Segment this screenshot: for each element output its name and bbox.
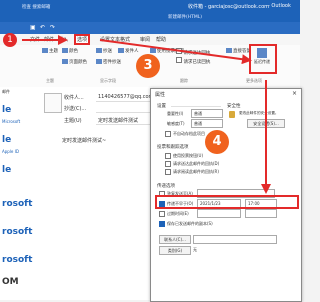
step-badge-4: 4 (205, 130, 229, 154)
arrow-step2 (99, 39, 252, 65)
step-badge-1: 1 (3, 33, 17, 47)
annotation-arrows (22, 35, 271, 194)
step-badge-3: 3 (136, 54, 160, 78)
